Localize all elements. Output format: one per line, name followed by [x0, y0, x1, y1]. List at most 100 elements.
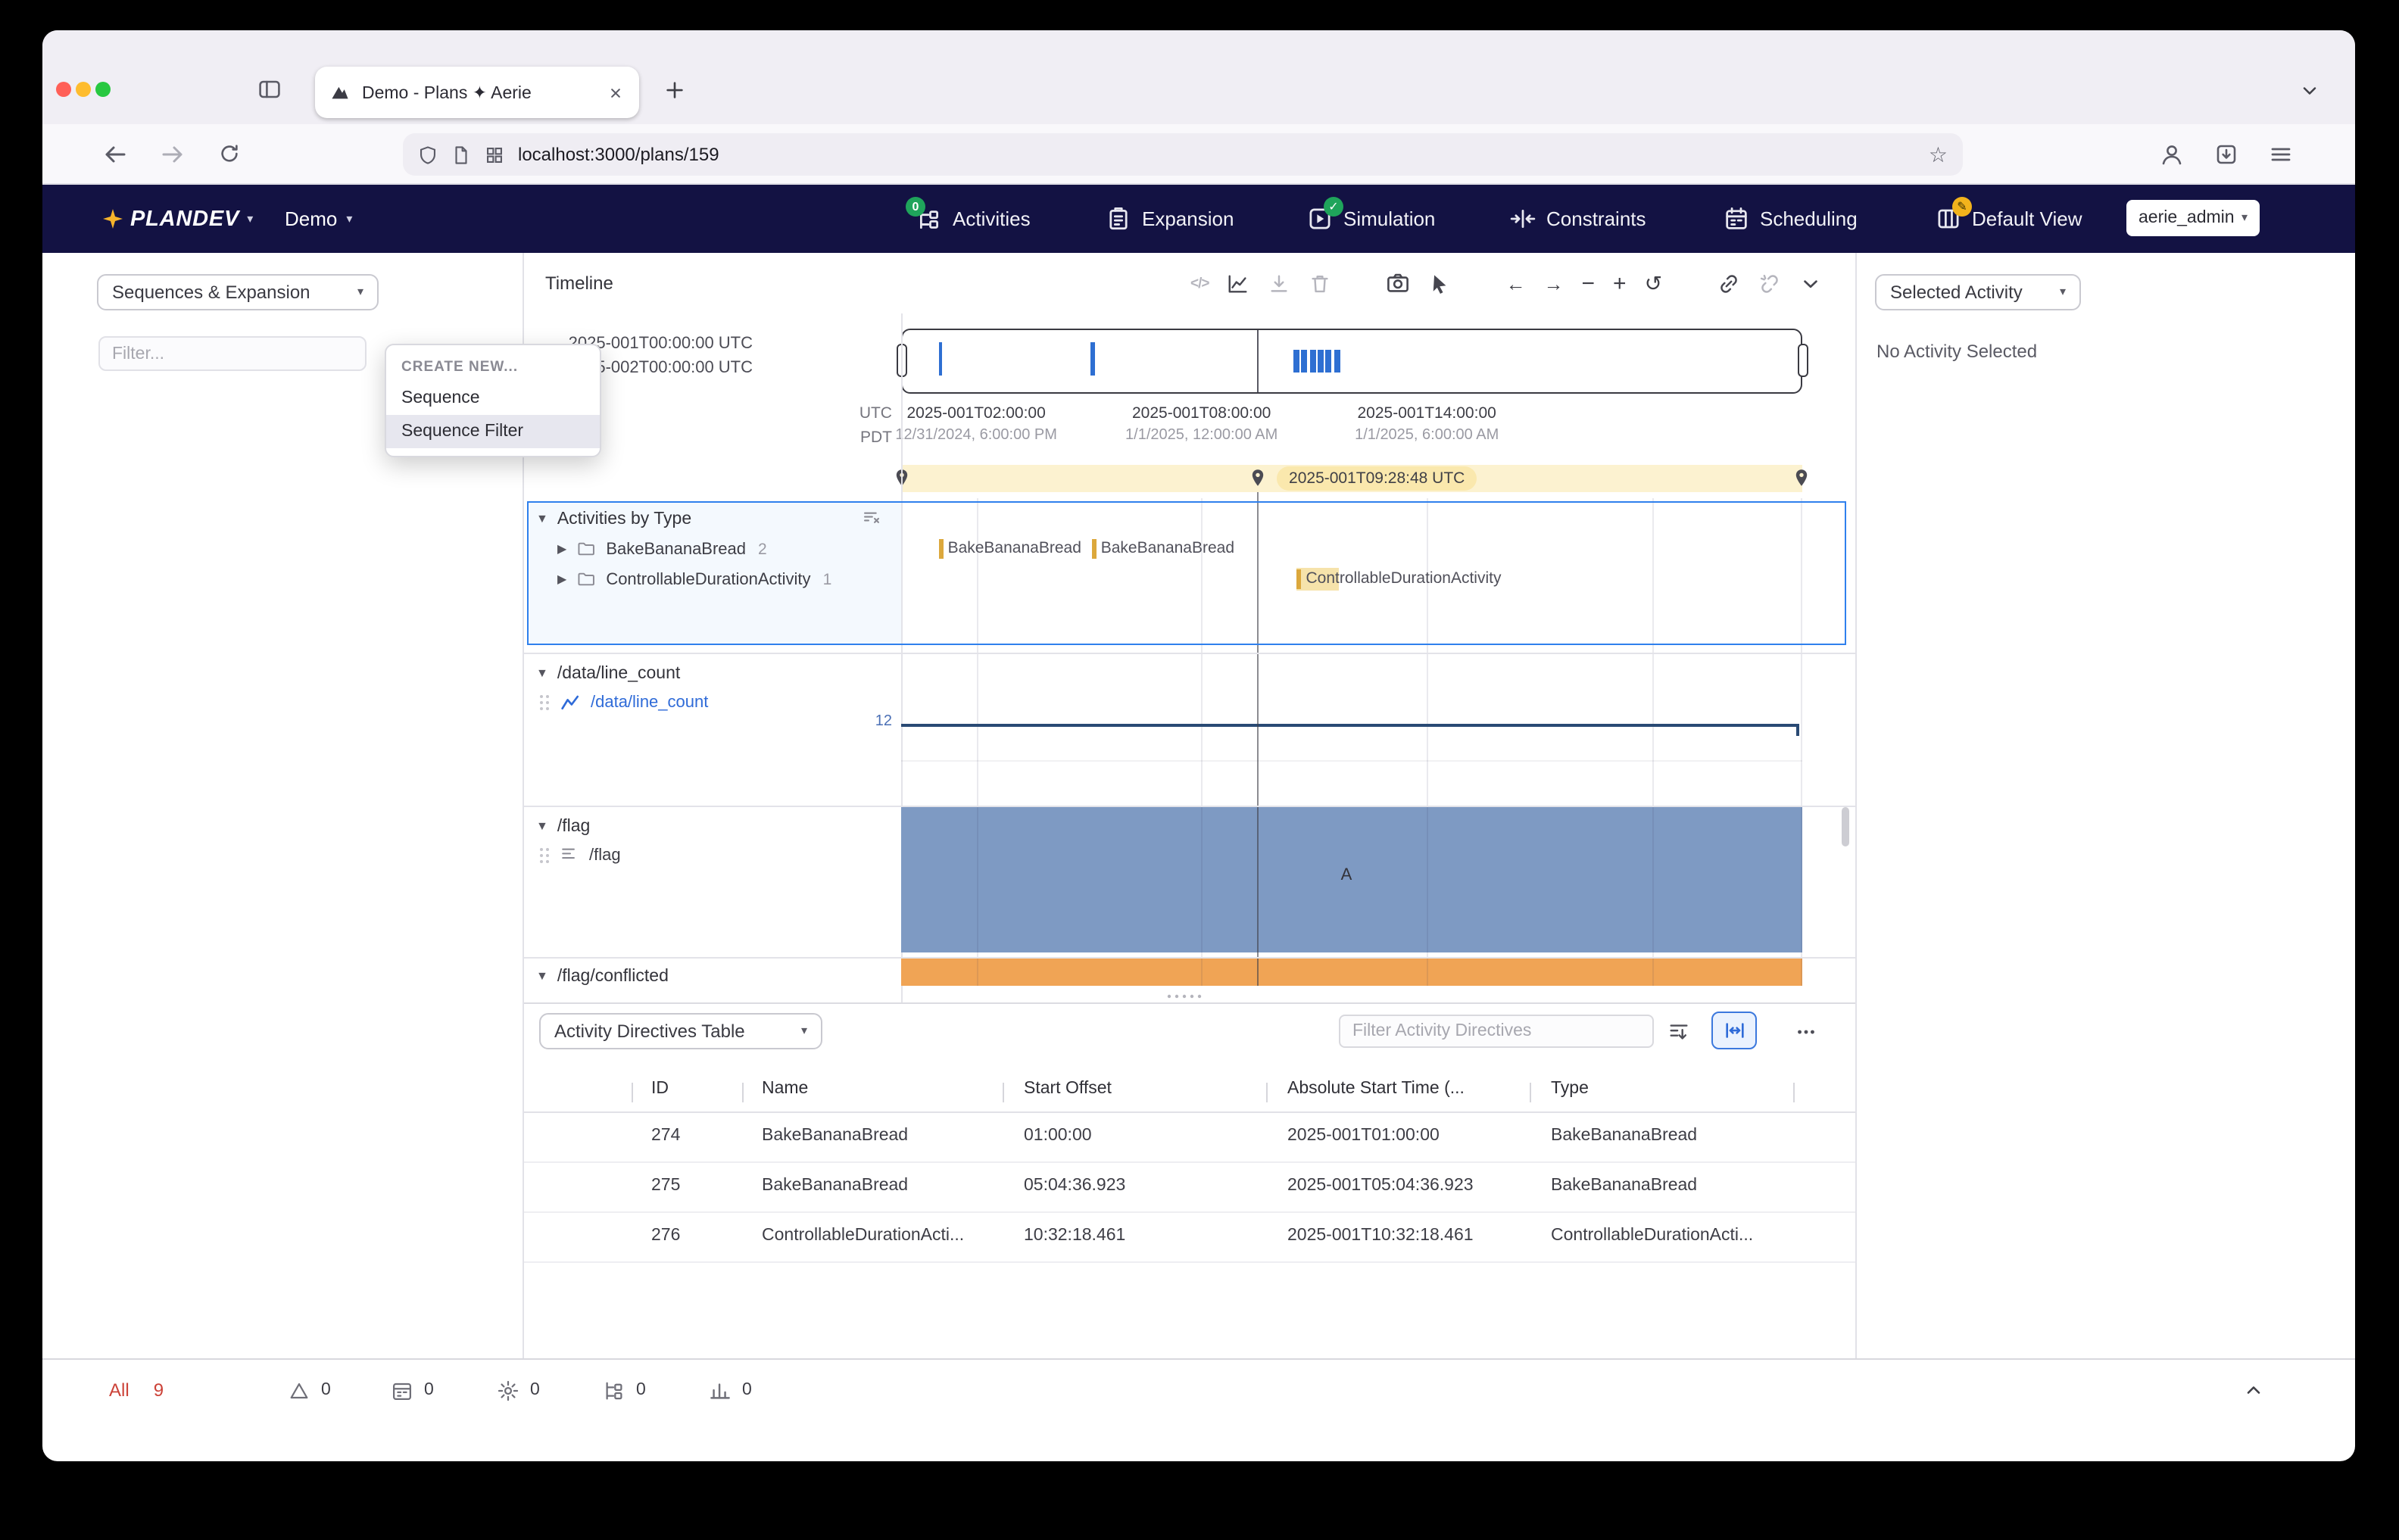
expand-caret-icon[interactable]: ▶ [557, 572, 566, 586]
collapse-caret-icon[interactable]: ▼ [536, 512, 548, 525]
drag-handle-icon[interactable] [539, 846, 550, 864]
bookmark-star-icon[interactable]: ☆ [1929, 144, 1948, 165]
chevron-up-icon[interactable] [2235, 1372, 2272, 1408]
back-button[interactable] [103, 142, 127, 167]
activity-directive-marker[interactable] [1091, 539, 1097, 559]
activity-type-row[interactable]: ▶ BakeBananaBread 2 [524, 535, 901, 563]
window-zoom-button[interactable] [95, 82, 111, 97]
activity-type-row[interactable]: ▶ ControllableDurationActivity 1 [524, 565, 901, 594]
flag-layer-row[interactable]: /flag [524, 840, 901, 869]
window-minimize-button[interactable] [76, 82, 91, 97]
window-end-pin-icon[interactable] [1795, 468, 1808, 488]
timeline-minimap[interactable] [901, 329, 1802, 394]
chart-line-icon[interactable] [1228, 272, 1250, 295]
table-row[interactable]: 275 BakeBananaBread 05:04:36.923 2025-001T0… [524, 1163, 1855, 1213]
pan-right-icon[interactable]: → [1544, 273, 1564, 293]
link-icon[interactable] [1717, 272, 1739, 295]
url-text[interactable]: localhost:3000/plans/159 [518, 144, 1915, 165]
download-icon[interactable] [1268, 272, 1291, 295]
plan-selector[interactable]: Demo ▾ [285, 185, 352, 253]
left-filter-input[interactable] [98, 336, 367, 371]
tracking-protection-icon[interactable] [418, 145, 438, 164]
window-close-button[interactable] [56, 82, 71, 97]
left-panel-selector[interactable]: Sequences & Expansion ▾ [97, 274, 379, 310]
cursor-band[interactable]: 2025-001T09:28:48 UTC [896, 465, 1808, 492]
column-header[interactable]: Name [762, 1080, 808, 1098]
row-filter-icon[interactable] [862, 509, 881, 528]
expand-caret-icon[interactable]: ▶ [557, 542, 566, 556]
collapse-caret-icon[interactable]: ▼ [536, 819, 548, 833]
timeline-grid[interactable]: BakeBananaBread BakeBananaBread Controllab… [901, 492, 1802, 986]
pointer-icon[interactable] [1429, 272, 1452, 295]
timeline-scrollbar-thumb[interactable] [1842, 807, 1849, 846]
collapse-caret-icon[interactable]: ▼ [536, 969, 548, 983]
console-violations-tab[interactable]: 0 [288, 1360, 331, 1420]
unlink-icon[interactable] [1758, 272, 1780, 295]
chevron-down-icon[interactable] [1798, 272, 1821, 295]
forward-button[interactable] [161, 142, 185, 167]
table-more-icon[interactable] [1784, 1015, 1827, 1048]
nav-default-view[interactable]: ✎ Default View [1936, 185, 2082, 253]
column-header[interactable]: Absolute Start Time (... [1287, 1080, 1465, 1098]
code-icon[interactable]: </> [1190, 275, 1210, 291]
minimap-right-handle[interactable] [1797, 344, 1808, 377]
table-row[interactable]: 276 ControllableDurationActi... 10:32:18.4… [524, 1213, 1855, 1263]
activities-section-header[interactable]: ▼ Activities by Type [524, 504, 901, 533]
activity-directive-marker[interactable] [938, 539, 944, 559]
app-logo[interactable]: PLANDEV ▾ [103, 185, 253, 253]
firefox-view-icon[interactable] [257, 77, 282, 101]
chevron-down-icon: ▾ [357, 285, 363, 298]
flag-section-header[interactable]: ▼ /flag [524, 812, 901, 840]
console-scheduling-tab[interactable]: 0 [391, 1360, 434, 1420]
menu-hamburger-icon[interactable] [2269, 142, 2293, 167]
column-header[interactable]: ID [651, 1080, 669, 1098]
pan-left-icon[interactable]: ← [1506, 273, 1526, 293]
zoom-out-icon[interactable]: − [1582, 272, 1596, 295]
address-bar[interactable]: localhost:3000/plans/159 ☆ [403, 133, 1963, 176]
save-to-pocket-icon[interactable] [2214, 142, 2238, 167]
table-row[interactable]: 274 BakeBananaBread 01:00:00 2025-001T01:00… [524, 1113, 1855, 1163]
nav-activities[interactable]: 0 Activities [906, 185, 1031, 253]
tab-close-icon[interactable] [607, 84, 624, 101]
user-menu[interactable]: aerie_admin ▾ [2126, 200, 2260, 236]
fit-window-button[interactable] [1711, 1012, 1757, 1049]
conflicted-resource-span[interactable] [901, 959, 1802, 986]
nav-scheduling[interactable]: Scheduling [1724, 185, 1858, 253]
right-panel-selector[interactable]: Selected Activity ▾ [1875, 274, 2081, 310]
expansion-icon [1106, 206, 1131, 232]
reset-view-icon[interactable]: ↺ [1645, 273, 1662, 294]
console-simulation-tab[interactable]: 0 [709, 1360, 752, 1420]
browser-tab[interactable]: Demo - Plans ✦ Aerie [315, 67, 639, 118]
tab-list-chevron-icon[interactable] [2299, 80, 2320, 101]
manage-columns-icon[interactable] [1660, 1015, 1696, 1048]
table-filter-input[interactable] [1339, 1015, 1654, 1048]
nav-expansion[interactable]: Expansion [1106, 185, 1234, 253]
trash-icon[interactable] [1309, 272, 1332, 295]
line-count-layer-row[interactable]: /data/line_count [524, 687, 901, 716]
panel-resize-handle[interactable] [1165, 993, 1204, 999]
nav-simulation[interactable]: ✓ Simulation [1307, 185, 1435, 253]
zoom-in-icon[interactable]: + [1613, 272, 1627, 295]
cursor-pin-icon[interactable] [1250, 468, 1264, 488]
site-info-icon[interactable] [451, 145, 471, 164]
calendar-icon [391, 1379, 413, 1401]
activity-directive-marker[interactable] [1296, 569, 1302, 589]
reload-button[interactable] [218, 142, 241, 165]
account-icon[interactable] [2160, 142, 2184, 167]
conflicted-section-header[interactable]: ▼ /flag/conflicted [524, 962, 901, 990]
drag-handle-icon[interactable] [539, 693, 550, 711]
nav-constraints[interactable]: Constraints [1510, 185, 1646, 253]
console-activities-tab[interactable]: 0 [603, 1360, 646, 1420]
collapse-caret-icon[interactable]: ▼ [536, 666, 548, 680]
column-header[interactable]: Start Offset [1024, 1080, 1112, 1098]
camera-icon[interactable] [1387, 271, 1411, 295]
console-all-tab[interactable]: All 9 [109, 1360, 164, 1420]
table-view-selector[interactable]: Activity Directives Table ▾ [539, 1013, 822, 1049]
menu-item-sequence-filter[interactable]: Sequence Filter [386, 415, 600, 448]
column-header[interactable]: Type [1551, 1080, 1589, 1098]
console-settings-tab[interactable]: 0 [497, 1360, 540, 1420]
line-count-section-header[interactable]: ▼ /data/line_count [524, 659, 901, 687]
permissions-icon[interactable] [485, 145, 504, 164]
new-tab-button[interactable] [663, 79, 686, 101]
menu-item-sequence[interactable]: Sequence [386, 382, 600, 415]
